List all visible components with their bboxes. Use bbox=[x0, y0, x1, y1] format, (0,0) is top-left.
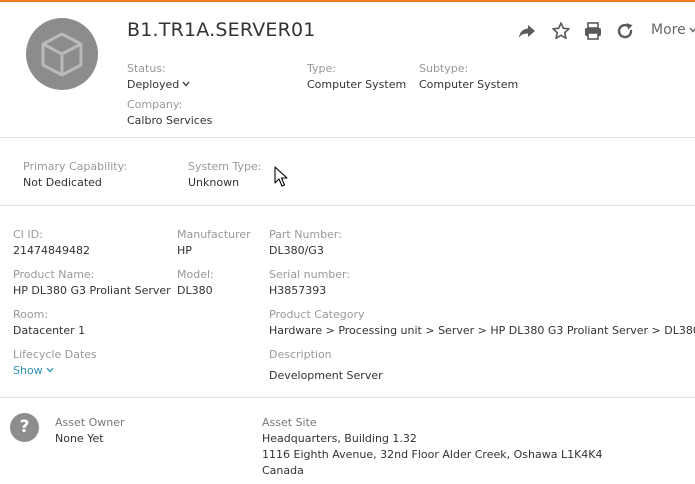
asset-owner-label: Asset Owner bbox=[55, 416, 125, 429]
mouse-cursor-icon bbox=[274, 166, 288, 187]
cube-icon bbox=[41, 32, 83, 77]
manufacturer-label: Manufacturer bbox=[177, 228, 251, 241]
primary-capability-label: Primary Capability: bbox=[23, 160, 128, 173]
part-number-label: Part Number: bbox=[269, 228, 342, 241]
page-title: B1.TR1A.SERVER01 bbox=[127, 19, 316, 41]
model-value: DL380 bbox=[177, 284, 213, 297]
asset-site-label: Asset Site bbox=[262, 416, 317, 429]
print-icon[interactable] bbox=[583, 21, 603, 41]
lifecycle-show-link[interactable]: Show bbox=[13, 364, 54, 377]
system-type-value: Unknown bbox=[188, 176, 240, 189]
manufacturer-value: HP bbox=[177, 244, 192, 257]
status-value: Deployed bbox=[127, 78, 180, 91]
subtype-value: Computer System bbox=[419, 78, 519, 91]
status-dropdown[interactable]: Deployed bbox=[127, 78, 190, 91]
product-name-value: HP DL380 G3 Proliant Server bbox=[13, 284, 171, 297]
serial-number-value: H3857393 bbox=[269, 284, 327, 297]
more-label: More bbox=[651, 22, 686, 38]
refresh-icon[interactable] bbox=[615, 21, 635, 41]
asset-site-line-2: 1116 Eighth Avenue, 32nd Floor Alder Cre… bbox=[262, 448, 603, 461]
company-label: Company: bbox=[127, 98, 183, 111]
more-menu[interactable]: More bbox=[651, 22, 695, 38]
product-name-label: Product Name: bbox=[13, 268, 95, 281]
room-value: Datacenter 1 bbox=[13, 324, 86, 337]
ci-avatar bbox=[26, 18, 98, 90]
system-type-label: System Type: bbox=[188, 160, 262, 173]
serial-number-label: Serial number: bbox=[269, 268, 351, 281]
lifecycle-dates-label: Lifecycle Dates bbox=[13, 348, 97, 361]
section-divider bbox=[0, 205, 695, 206]
type-label: Type: bbox=[307, 62, 336, 75]
primary-capability-value: Not Dedicated bbox=[23, 176, 102, 189]
lifecycle-show-label: Show bbox=[13, 364, 43, 377]
chevron-down-icon bbox=[182, 81, 190, 87]
part-number-value: DL380/G3 bbox=[269, 244, 324, 257]
asset-owner-value: None Yet bbox=[55, 432, 104, 445]
section-divider bbox=[0, 137, 695, 138]
help-icon: ? bbox=[10, 413, 39, 442]
ci-id-value: 21474849482 bbox=[13, 244, 90, 257]
chevron-down-icon bbox=[689, 27, 695, 33]
description-label: Description bbox=[269, 348, 332, 361]
chevron-down-icon bbox=[46, 367, 54, 373]
company-value: Calbro Services bbox=[127, 114, 213, 127]
type-value: Computer System bbox=[307, 78, 407, 91]
section-divider bbox=[0, 397, 695, 398]
model-label: Model: bbox=[177, 268, 214, 281]
asset-site-line-3: Canada bbox=[262, 464, 304, 477]
top-accent-bar bbox=[0, 0, 695, 2]
status-label: Status: bbox=[127, 62, 166, 75]
description-value: Development Server bbox=[269, 369, 383, 382]
room-label: Room: bbox=[13, 308, 49, 321]
share-icon[interactable] bbox=[517, 21, 537, 41]
star-icon[interactable] bbox=[551, 21, 571, 41]
subtype-label: Subtype: bbox=[419, 62, 469, 75]
ci-id-label: CI ID: bbox=[13, 228, 43, 241]
product-category-value: Hardware > Processing unit > Server > HP… bbox=[269, 324, 695, 337]
asset-site-line-1: Headquarters, Building 1.32 bbox=[262, 432, 417, 445]
product-category-label: Product Category bbox=[269, 308, 365, 321]
